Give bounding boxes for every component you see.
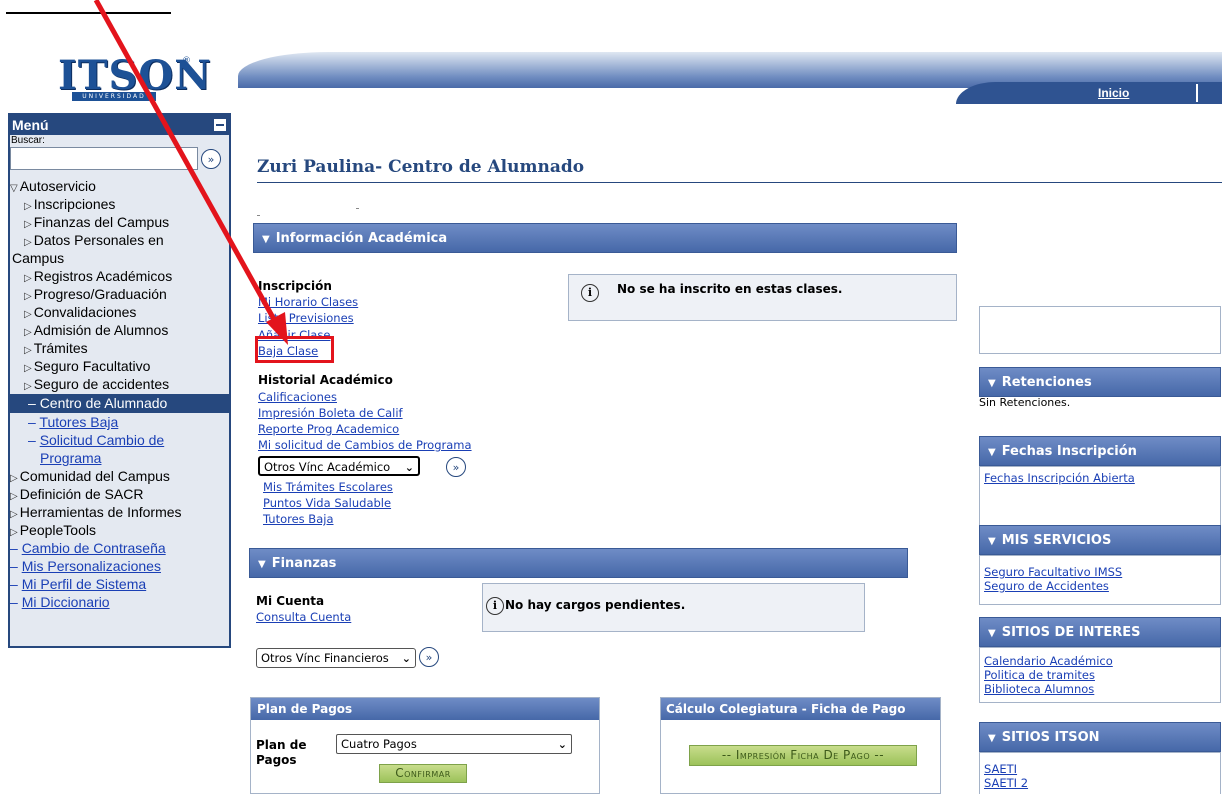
arrow-shaft: [93, 0, 279, 325]
arrow-head: [266, 312, 288, 345]
annotation-arrow: [93, 0, 288, 345]
